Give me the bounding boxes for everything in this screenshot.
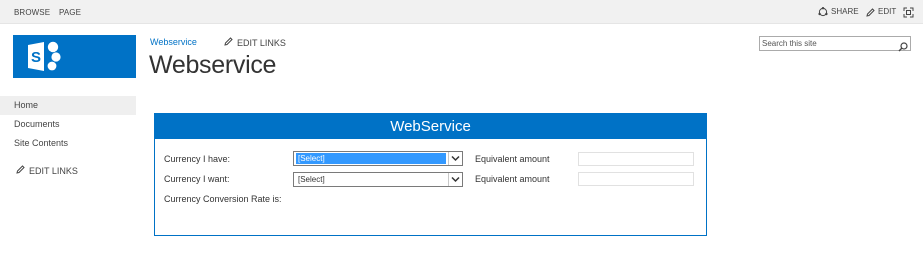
site-logo[interactable]: S	[13, 35, 136, 78]
share-button[interactable]: SHARE	[818, 0, 859, 24]
magnifier-icon	[898, 39, 908, 56]
equivalent-amount-field-1[interactable]	[578, 152, 694, 166]
currency-have-select[interactable]: [Select]	[293, 151, 463, 166]
webpart-title: WebService	[155, 114, 706, 139]
edit-links-label: EDIT LINKS	[237, 37, 286, 48]
share-icon	[818, 7, 828, 17]
search-input[interactable]	[760, 37, 894, 50]
suite-bar: BROWSE PAGE SHARE EDIT	[0, 0, 923, 24]
conversion-rate-label: Currency Conversion Rate is:	[164, 194, 282, 204]
equivalent-amount-label-1: Equivalent amount	[475, 154, 550, 164]
focus-on-content-button[interactable]	[903, 0, 914, 24]
edit-label: EDIT	[878, 7, 897, 16]
pencil-icon	[866, 7, 875, 17]
nav-item-site-contents[interactable]: Site Contents	[0, 134, 136, 153]
webservice-webpart: WebService Currency I have: [Select] Equ…	[154, 113, 707, 236]
svg-text:S: S	[31, 49, 41, 66]
equivalent-amount-field-2[interactable]	[578, 172, 694, 186]
edit-links-nav-label: EDIT LINKS	[29, 166, 78, 176]
edit-links-top-button[interactable]: EDIT LINKS	[224, 37, 286, 48]
currency-have-label: Currency I have:	[164, 154, 231, 164]
currency-want-value: [Select]	[298, 175, 325, 184]
edit-button[interactable]: EDIT	[866, 0, 896, 24]
chevron-down-icon[interactable]	[448, 152, 462, 165]
search-box	[759, 36, 911, 52]
nav-item-documents[interactable]: Documents	[0, 115, 136, 134]
equivalent-amount-label-2: Equivalent amount	[475, 174, 550, 184]
focus-icon	[903, 7, 914, 18]
currency-want-select[interactable]: [Select]	[293, 172, 463, 187]
site-title[interactable]: Webservice	[149, 51, 276, 80]
currency-want-label: Currency I want:	[164, 174, 230, 184]
chevron-down-icon[interactable]	[448, 173, 462, 186]
pencil-icon	[224, 37, 233, 48]
search-button[interactable]	[898, 39, 908, 57]
share-label: SHARE	[831, 7, 859, 16]
currency-have-value: [Select]	[296, 153, 446, 164]
nav-item-home[interactable]: Home	[0, 96, 136, 115]
pencil-icon	[16, 162, 25, 181]
edit-links-nav-button[interactable]: EDIT LINKS	[0, 162, 136, 181]
tab-page[interactable]: PAGE	[59, 0, 81, 24]
tab-browse[interactable]: BROWSE	[14, 0, 50, 24]
breadcrumb-link[interactable]: Webservice	[150, 37, 197, 47]
